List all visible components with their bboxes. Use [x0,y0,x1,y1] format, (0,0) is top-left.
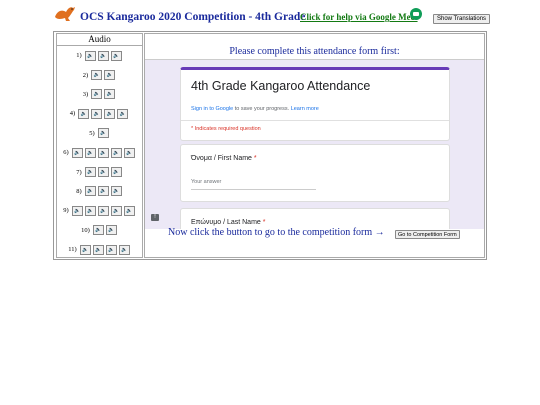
question-number: 4) [69,110,76,118]
play-audio-button[interactable]: 🔈 [97,186,109,197]
play-audio-button[interactable]: 🔈 [104,70,116,81]
audio-row: 6) 🔈 🔈 🔈 🔈 🔈 [57,143,142,162]
play-audio-button[interactable]: 🔈 [97,128,109,139]
last-name-label: Επώνυμο / Last Name * [191,219,266,226]
question-number: 1) [76,52,82,60]
form-title-card: 4th Grade Kangaroo Attendance Sign in to… [180,67,450,141]
question-number: 9) [63,207,69,215]
play-audio-button[interactable]: 🔈 [84,147,96,158]
divider [181,120,449,121]
signin-text: to save your progress. [233,106,291,112]
first-name-input[interactable]: Your answer [191,179,316,190]
play-audio-button[interactable]: 🔈 [84,186,96,197]
question-number: 6) [63,149,69,157]
kangaroo-logo-icon [55,7,75,21]
play-audio-button[interactable]: 🔈 [123,147,135,158]
question-number: 5) [89,129,95,137]
audio-row: 4) 🔈 🔈 🔈 🔈 [57,104,142,123]
signin-link[interactable]: Sign in to Google [191,106,233,112]
page-header: OCS Kangaroo 2020 Competition - 4th Grad… [0,0,540,30]
play-audio-button[interactable]: 🔈 [105,225,117,236]
question-number: 11) [68,246,77,254]
audio-row: 8) 🔈 🔈 🔈 [57,182,142,201]
play-audio-button[interactable]: 🔈 [97,50,109,61]
google-meet-icon[interactable] [410,8,422,20]
play-audio-button[interactable]: 🔈 [123,205,135,216]
audio-row: 2) 🔈 🔈 [57,65,142,84]
play-audio-button[interactable]: 🔈 [110,50,122,61]
play-audio-button[interactable]: 🔈 [91,108,103,119]
report-icon[interactable]: ! [151,214,159,221]
play-audio-button[interactable]: 🔈 [84,50,96,61]
google-meet-help-link[interactable]: Click for help via Google Meet [300,12,418,22]
audio-panel: Audio 1) 🔈 🔈 🔈 2) 🔈 🔈 3) 🔈 🔈 4) 🔈 🔈 🔈 🔈 5) 🔈 6) 🔈 🔈 🔈 🔈 🔈 7) 🔈 🔈 🔈… [56,33,143,258]
play-audio-button[interactable]: 🔈 [79,244,91,255]
play-audio-button[interactable]: 🔈 [71,147,83,158]
play-audio-button[interactable]: 🔈 [118,244,130,255]
form-title: 4th Grade Kangaroo Attendance [191,79,371,93]
question-number: 10) [81,226,90,234]
question-number: 7) [76,168,82,176]
audio-row: 10) 🔈 🔈 [57,221,142,240]
required-note: * Indicates required question [191,126,261,132]
play-audio-button[interactable]: 🔈 [84,205,96,216]
audio-row: 5) 🔈 [57,124,142,143]
play-audio-button[interactable]: 🔈 [97,147,109,158]
signin-notice: Sign in to Google to save your progress.… [191,106,319,112]
audio-row: 7) 🔈 🔈 🔈 [57,162,142,181]
play-audio-button[interactable]: 🔈 [84,167,96,178]
play-audio-button[interactable]: 🔈 [104,89,116,100]
attendance-instruction: Please complete this attendance form fir… [229,46,400,57]
audio-list: 1) 🔈 🔈 🔈 2) 🔈 🔈 3) 🔈 🔈 4) 🔈 🔈 🔈 🔈 5) 🔈 6) 🔈 🔈 🔈 🔈 🔈 7) 🔈 🔈 🔈 8) 🔈 🔈 🔈 9… [57,46,142,257]
play-audio-button[interactable]: 🔈 [105,244,117,255]
first-name-label: Όνομα / First Name * [191,155,257,162]
play-audio-button[interactable]: 🔈 [110,147,122,158]
play-audio-button[interactable]: 🔈 [97,167,109,178]
go-to-competition-button[interactable]: Go to Competition Form [395,230,460,239]
play-audio-button[interactable]: 🔈 [97,205,109,216]
play-audio-button[interactable]: 🔈 [117,108,129,119]
question-number: 3) [82,90,89,98]
audio-row: 3) 🔈 🔈 [57,85,142,104]
play-audio-button[interactable]: 🔈 [110,167,122,178]
learn-more-link[interactable]: Learn more [291,106,319,112]
audio-row: 9) 🔈 🔈 🔈 🔈 🔈 [57,201,142,220]
competition-instruction: Now click the button to go to the compet… [168,227,385,238]
question-number: 8) [76,187,82,195]
play-audio-button[interactable]: 🔈 [110,205,122,216]
show-translations-button[interactable]: Show Translations [433,14,491,24]
audio-row: 11) 🔈 🔈 🔈 🔈 [57,240,142,257]
play-audio-button[interactable]: 🔈 [78,108,90,119]
play-audio-button[interactable]: 🔈 [92,244,104,255]
main-panel: Please complete this attendance form fir… [144,33,485,258]
play-audio-button[interactable]: 🔈 [104,108,116,119]
page-title: OCS Kangaroo 2020 Competition - 4th Grad… [80,11,306,23]
question-number: 2) [82,71,89,79]
play-audio-button[interactable]: 🔈 [91,89,103,100]
audio-row: 1) 🔈 🔈 🔈 [57,46,142,65]
play-audio-button[interactable]: 🔈 [92,225,104,236]
content-frame: Audio 1) 🔈 🔈 🔈 2) 🔈 🔈 3) 🔈 🔈 4) 🔈 🔈 🔈 🔈 5) 🔈 6) 🔈 🔈 🔈 🔈 🔈 7) 🔈 🔈 🔈… [53,31,487,260]
play-audio-button[interactable]: 🔈 [110,186,122,197]
embedded-google-form[interactable]: 4th Grade Kangaroo Attendance Sign in to… [145,59,484,230]
audio-heading: Audio [57,34,142,46]
first-name-question: Όνομα / First Name * Your answer [180,144,450,202]
play-audio-button[interactable]: 🔈 [91,70,103,81]
play-audio-button[interactable]: 🔈 [71,205,83,216]
